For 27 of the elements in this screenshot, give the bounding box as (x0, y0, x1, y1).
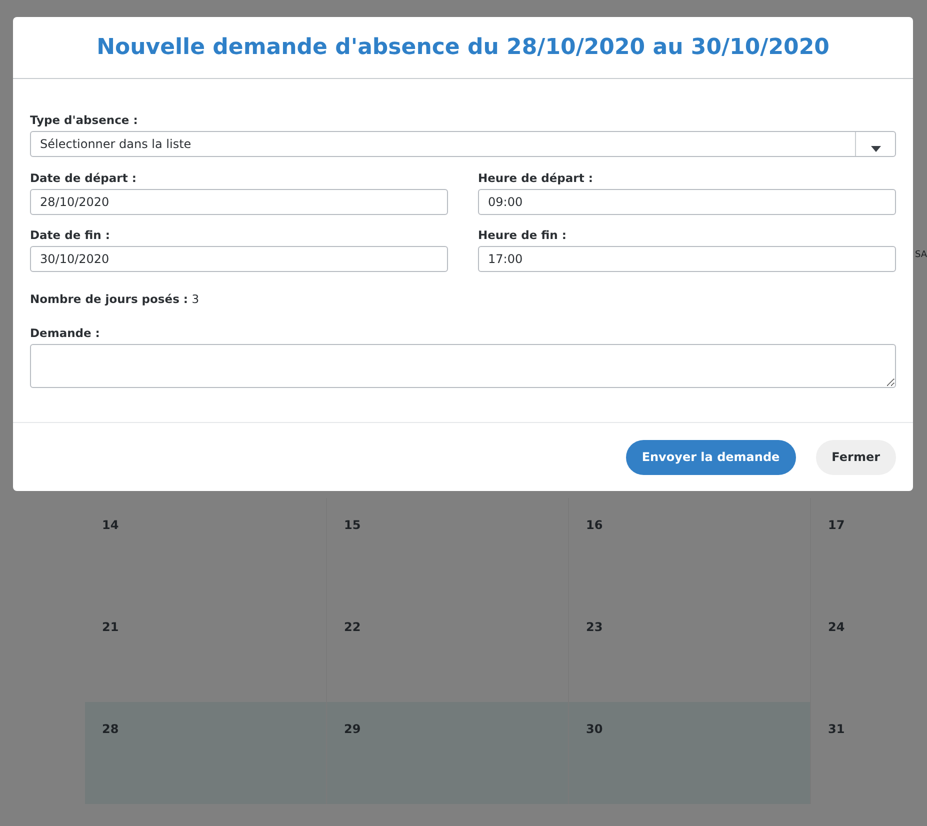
calendar-day[interactable]: 17 (811, 498, 927, 600)
field-label: Heure de fin : (478, 228, 568, 242)
absence-type-select[interactable]: Sélectionner dans la liste (30, 131, 896, 157)
calendar-day[interactable]: 30 (569, 702, 811, 804)
send-button[interactable]: Envoyer la demande (626, 440, 796, 474)
calendar-day[interactable]: 24 (811, 600, 927, 702)
days-count: Nombre de jours posés : 3 (30, 292, 200, 306)
calendar-day[interactable]: 14 (85, 498, 327, 600)
calendar-day[interactable]: 15 (327, 498, 569, 600)
close-button[interactable]: Fermer (816, 440, 896, 474)
field-label: Date de départ : (30, 171, 138, 185)
weekday-header: SA (915, 250, 927, 262)
field-label: Date de fin : (30, 228, 111, 242)
input-field[interactable]: 09:00 (478, 189, 896, 215)
calendar-day[interactable]: 31 (811, 702, 927, 804)
calendar-day[interactable]: 29 (327, 702, 569, 804)
dialog-title: Nouvelle demande d'absence du 28/10/2020 au 30/10/2020 (96, 35, 830, 60)
input-field[interactable]: 30/10/2020 (30, 246, 448, 272)
field-label: Heure de départ : (478, 171, 594, 185)
field-label: Type d'absence : (30, 113, 139, 127)
field-label: Demande : (30, 326, 101, 340)
input-field[interactable]: 17:00 (478, 246, 896, 272)
caret-icon (870, 146, 880, 152)
calendar-day[interactable]: 28 (85, 702, 327, 804)
request-textarea[interactable] (30, 344, 896, 388)
input-field[interactable]: 28/10/2020 (30, 189, 448, 215)
calendar-day[interactable]: 16 (569, 498, 811, 600)
